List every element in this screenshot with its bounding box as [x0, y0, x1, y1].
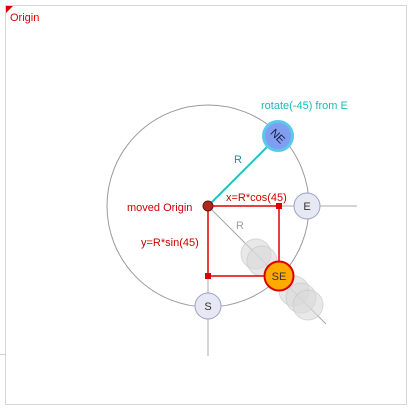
node-s[interactable]: S: [194, 292, 222, 320]
y-formula-label: y=R*sin(45): [141, 237, 199, 249]
node-se-label: SE: [272, 271, 287, 283]
node-ne[interactable]: NE: [262, 120, 294, 152]
x-formula-label: x=R*cos(45): [226, 192, 287, 204]
corner-marker-icon: [205, 273, 211, 279]
radius-label-teal: R: [234, 154, 242, 166]
radius-label-gray: R: [236, 220, 244, 232]
node-s-label: S: [204, 301, 211, 313]
moved-origin-label: moved Origin: [127, 202, 192, 214]
moved-origin-dot: [202, 200, 214, 212]
ghost-circle: [292, 289, 324, 321]
node-e[interactable]: E: [293, 192, 321, 220]
rotate-note-label: rotate(-45) from E: [261, 100, 348, 112]
node-se[interactable]: SE: [263, 260, 295, 292]
diagram-svg: Origin rotate(-45) from E R R x=R*cos(45…: [6, 6, 357, 356]
origin-label: Origin: [10, 12, 39, 24]
node-e-label: E: [303, 201, 310, 213]
diagram-stage: Origin rotate(-45) from E R R x=R*cos(45…: [0, 0, 414, 411]
